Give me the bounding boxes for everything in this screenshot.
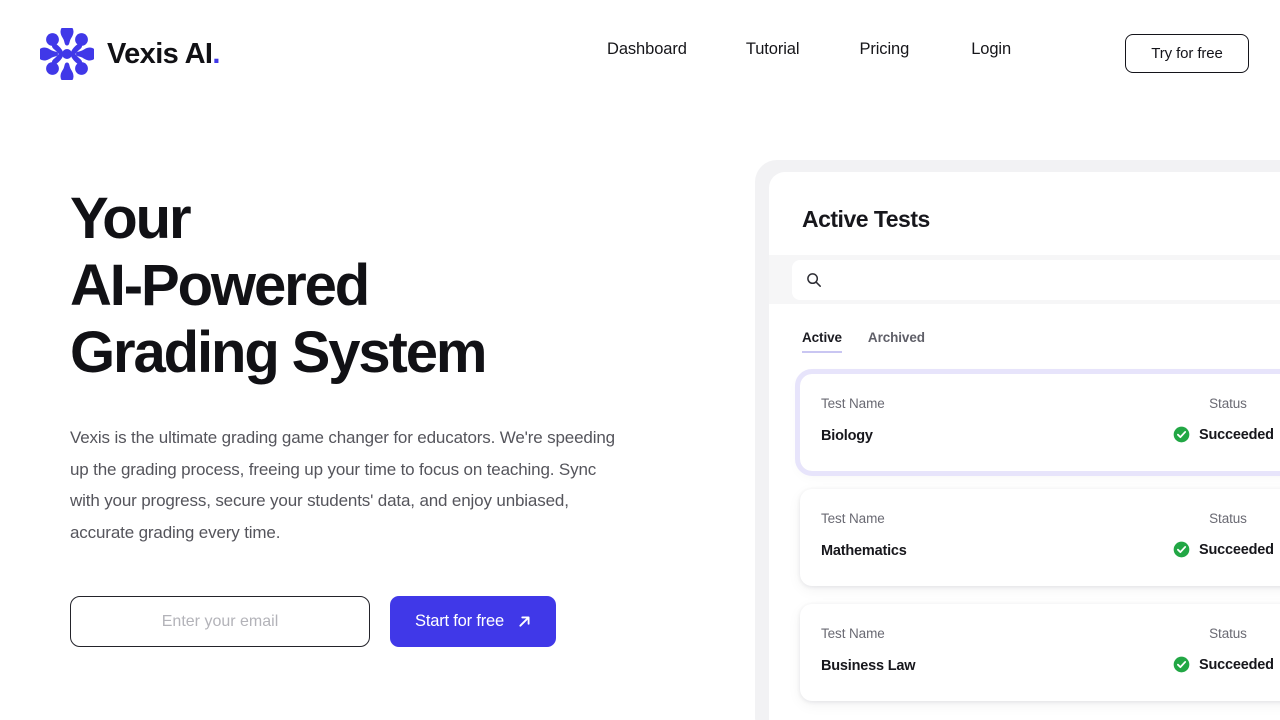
check-circle-icon: [1173, 426, 1190, 443]
search-input[interactable]: [822, 259, 1280, 300]
table-row[interactable]: Test Name Mathematics Status Succeeded: [800, 489, 1280, 586]
main-nav: Dashboard Tutorial Pricing Login: [607, 40, 1011, 59]
active-tests-panel: Active Tests Active Archived Test Name B…: [769, 172, 1280, 720]
headline-line-1: Your: [70, 186, 192, 251]
status-column: Status Succeeded: [1173, 511, 1280, 558]
brand-name-dot: .: [212, 37, 220, 70]
search-strip: [769, 255, 1280, 304]
headline-line-3: Grading System: [70, 320, 488, 385]
column-header-status: Status: [1209, 396, 1247, 411]
start-for-free-button[interactable]: Start for free: [390, 596, 556, 647]
column-header-status: Status: [1209, 511, 1247, 526]
panel-title: Active Tests: [802, 206, 930, 232]
try-for-free-button[interactable]: Try for free: [1125, 34, 1249, 73]
check-circle-icon: [1173, 656, 1190, 673]
status-badge: Succeeded: [1173, 426, 1280, 443]
hero-description: Vexis is the ultimate grading game chang…: [70, 428, 615, 542]
status-text: Succeeded: [1199, 541, 1274, 558]
status-badge: Succeeded: [1173, 541, 1280, 558]
start-for-free-label: Start for free: [415, 612, 504, 630]
test-list: Test Name Biology Status Succeeded Test …: [769, 369, 1280, 701]
status-text: Succeeded: [1199, 656, 1274, 673]
active-tests-panel-frame: Active Tests Active Archived Test Name B…: [755, 160, 1280, 720]
brand-name: Vexis AI.: [107, 37, 220, 70]
signup-form: Start for free: [70, 596, 690, 647]
status-column: Status Succeeded: [1173, 396, 1280, 443]
brand-name-text: Vexis AI: [107, 37, 213, 70]
email-field[interactable]: [70, 596, 370, 647]
nav-item-tutorial[interactable]: Tutorial: [746, 40, 800, 59]
nav-item-pricing[interactable]: Pricing: [859, 40, 909, 59]
search-icon: [807, 272, 821, 287]
status-badge: Succeeded: [1173, 656, 1280, 673]
landing-page: Vexis AI. Dashboard Tutorial Pricing Log…: [0, 0, 1280, 720]
tab-active[interactable]: Active: [802, 330, 842, 353]
nav-item-login[interactable]: Login: [971, 40, 1011, 59]
nav-item-dashboard[interactable]: Dashboard: [607, 40, 687, 59]
arrow-up-right-icon: [519, 616, 530, 627]
brand-logo[interactable]: Vexis AI.: [40, 28, 220, 80]
page-title: Your AI-Powered Grading System: [70, 185, 690, 386]
tab-archived[interactable]: Archived: [868, 330, 925, 353]
panel-tabs: Active Archived: [802, 330, 1280, 353]
check-circle-icon: [1173, 541, 1190, 558]
status-column: Status Succeeded: [1173, 626, 1280, 673]
table-row[interactable]: Test Name Biology Status Succeeded: [795, 369, 1280, 476]
column-header-status: Status: [1209, 626, 1247, 641]
status-text: Succeeded: [1199, 426, 1274, 443]
search-box[interactable]: [792, 259, 1280, 300]
site-header: Vexis AI. Dashboard Tutorial Pricing Log…: [0, 0, 1280, 107]
headline-line-2: AI-Powered: [70, 253, 370, 318]
vexis-asterisk-logo-icon: [40, 28, 94, 80]
hero-section: Your AI-Powered Grading System Vexis is …: [70, 185, 690, 647]
table-row[interactable]: Test Name Business Law Status Succeeded: [800, 604, 1280, 701]
